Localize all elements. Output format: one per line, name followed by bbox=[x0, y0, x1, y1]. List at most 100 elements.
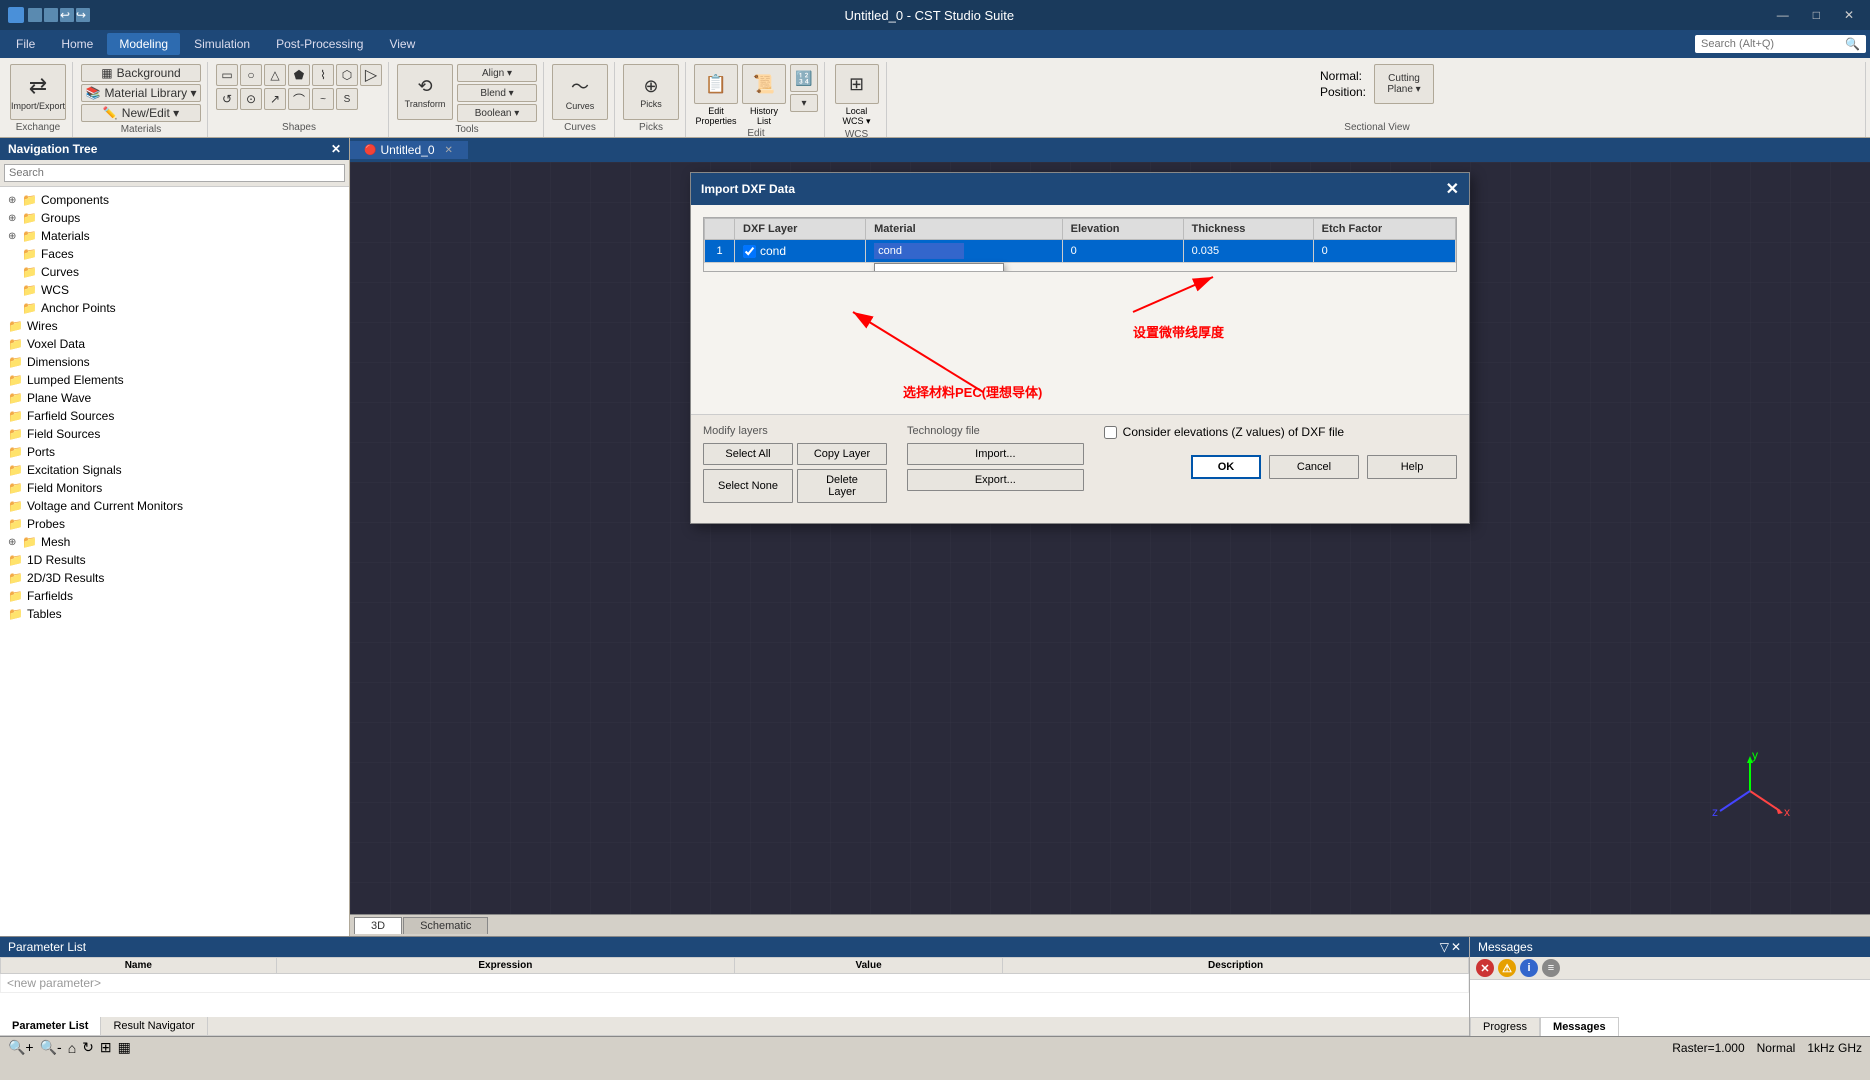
material-dropdown[interactable]: cond bbox=[874, 243, 964, 259]
tab-messages[interactable]: Messages bbox=[1540, 1017, 1619, 1036]
nav-item-mesh[interactable]: ⊕ 📁 Mesh bbox=[0, 533, 349, 551]
msg-error-icon[interactable]: ✕ bbox=[1476, 959, 1494, 977]
nav-item-voltage-current[interactable]: 📁 Voltage and Current Monitors bbox=[0, 497, 349, 515]
tab-schematic[interactable]: Schematic bbox=[403, 917, 488, 934]
export-button[interactable]: Export... bbox=[907, 469, 1084, 491]
tab-result-navigator[interactable]: Result Navigator bbox=[101, 1017, 207, 1035]
maximize-button[interactable]: □ bbox=[1805, 8, 1828, 22]
shape-btn-5[interactable]: ⌇ bbox=[312, 64, 334, 86]
new-param-placeholder[interactable]: <new parameter> bbox=[1, 974, 1469, 993]
tab-progress[interactable]: Progress bbox=[1470, 1017, 1540, 1036]
material-dropdown-container[interactable]: cond [New Material...] [Load from Mater … bbox=[874, 243, 964, 259]
shape-btn-2[interactable]: ○ bbox=[240, 64, 262, 86]
grid-icon[interactable]: ▦ bbox=[118, 1039, 131, 1056]
nav-item-lumped[interactable]: 📁 Lumped Elements bbox=[0, 371, 349, 389]
calc-button[interactable]: 🔢 bbox=[790, 64, 818, 92]
nav-item-faces[interactable]: 📁 Faces bbox=[0, 245, 349, 263]
cutting-plane-button[interactable]: CuttingPlane ▾ bbox=[1374, 64, 1434, 104]
close-button[interactable]: ✕ bbox=[1836, 8, 1862, 22]
minimize-button[interactable]: — bbox=[1769, 8, 1797, 22]
nav-item-ports[interactable]: 📁 Ports bbox=[0, 443, 349, 461]
background-button[interactable]: ▦ Background bbox=[81, 64, 201, 82]
param-filter-button[interactable]: ▽ bbox=[1440, 940, 1449, 954]
redo-icon[interactable]: ↪ bbox=[76, 8, 90, 22]
menu-modeling[interactable]: Modeling bbox=[107, 33, 180, 55]
nav-item-anchor-points[interactable]: 📁 Anchor Points bbox=[0, 299, 349, 317]
import-export-button[interactable]: ⇄ Import/Export bbox=[10, 64, 66, 120]
new-param-row[interactable]: <new parameter> bbox=[1, 974, 1469, 993]
nav-item-tables[interactable]: 📁 Tables bbox=[0, 605, 349, 623]
nav-item-voxel[interactable]: 📁 Voxel Data bbox=[0, 335, 349, 353]
consider-elevations-checkbox[interactable] bbox=[1104, 426, 1117, 439]
shape-btn-12[interactable]: ~ bbox=[312, 88, 334, 110]
consider-elevations-label[interactable]: Consider elevations (Z values) of DXF fi… bbox=[1104, 425, 1457, 439]
nav-item-probes[interactable]: 📁 Probes bbox=[0, 515, 349, 533]
select-none-button[interactable]: Select None bbox=[703, 469, 793, 503]
material-library-button[interactable]: 📚 Material Library ▾ bbox=[81, 84, 201, 102]
curves-button[interactable]: 〜 Curves bbox=[552, 64, 608, 120]
menu-simulation[interactable]: Simulation bbox=[182, 33, 262, 55]
shape-btn-1[interactable]: ▭ bbox=[216, 64, 238, 86]
nav-item-materials[interactable]: ⊕ 📁 Materials bbox=[0, 227, 349, 245]
nav-item-1d-results[interactable]: 📁 1D Results bbox=[0, 551, 349, 569]
import-button[interactable]: Import... bbox=[907, 443, 1084, 465]
viewport-tab-close[interactable]: ✕ bbox=[445, 145, 453, 156]
viewport-tab-untitled[interactable]: 🔴 Untitled_0 ✕ bbox=[350, 141, 468, 159]
shape-btn-3[interactable]: △ bbox=[264, 64, 286, 86]
shape-btn-6[interactable]: ⬡ bbox=[336, 64, 358, 86]
shape-btn-8[interactable]: ↺ bbox=[216, 88, 238, 110]
window-controls[interactable]: — □ ✕ bbox=[1769, 8, 1862, 22]
msg-list-icon[interactable]: ≡ bbox=[1542, 959, 1560, 977]
nav-item-wires[interactable]: 📁 Wires bbox=[0, 317, 349, 335]
nav-item-dimensions[interactable]: 📁 Dimensions bbox=[0, 353, 349, 371]
nav-item-field-monitors[interactable]: 📁 Field Monitors bbox=[0, 479, 349, 497]
nav-item-wcs[interactable]: 📁 WCS bbox=[0, 281, 349, 299]
save-icon[interactable] bbox=[28, 8, 42, 22]
menu-view[interactable]: View bbox=[377, 33, 427, 55]
copy-layer-button[interactable]: Copy Layer bbox=[797, 443, 887, 465]
transform-button[interactable]: ⟲ Transform bbox=[397, 64, 453, 120]
nav-item-excitation[interactable]: 📁 Excitation Signals bbox=[0, 461, 349, 479]
shape-btn-10[interactable]: ↗ bbox=[264, 88, 286, 110]
msg-info-icon[interactable]: i bbox=[1520, 959, 1538, 977]
home-icon[interactable]: ⌂ bbox=[68, 1040, 76, 1056]
help-button[interactable]: Help bbox=[1367, 455, 1457, 479]
nav-tree-close[interactable]: ✕ bbox=[331, 142, 341, 156]
tab-3d[interactable]: 3D bbox=[354, 917, 402, 934]
shape-btn-11[interactable]: ⌒ bbox=[288, 88, 310, 110]
dialog-close-button[interactable]: ✕ bbox=[1446, 179, 1459, 199]
quick-access[interactable]: ↩ ↪ bbox=[28, 8, 90, 22]
search-box[interactable]: 🔍 bbox=[1695, 35, 1866, 53]
dxf-table-scroll[interactable]: DXF Layer Material Elevation Thickness E… bbox=[703, 217, 1457, 272]
menu-home[interactable]: Home bbox=[49, 33, 105, 55]
boolean-button[interactable]: Boolean ▾ bbox=[457, 104, 537, 122]
shape-btn-7[interactable]: ▷ bbox=[360, 64, 382, 86]
ok-button[interactable]: OK bbox=[1191, 455, 1261, 479]
fit-icon[interactable]: ⊞ bbox=[100, 1039, 112, 1056]
new-edit-button[interactable]: ✏️ New/Edit ▾ bbox=[81, 104, 201, 122]
material-dropdown-menu[interactable]: [New Material...] [Load from Mater PEC V… bbox=[874, 263, 1004, 272]
menu-post-processing[interactable]: Post-Processing bbox=[264, 33, 375, 55]
nav-item-curves[interactable]: 📁 Curves bbox=[0, 263, 349, 281]
search-input[interactable] bbox=[1701, 38, 1841, 50]
dropdown-new-material[interactable]: [New Material...] bbox=[875, 264, 1003, 272]
zoom-out-icon[interactable]: 🔍- bbox=[40, 1039, 62, 1056]
align-button[interactable]: Align ▾ bbox=[457, 64, 537, 82]
edit-properties-button[interactable]: 📋 bbox=[694, 64, 738, 104]
undo-icon[interactable]: ↩ bbox=[60, 8, 74, 22]
msg-warning-icon[interactable]: ⚠ bbox=[1498, 959, 1516, 977]
nav-search-input[interactable] bbox=[4, 164, 345, 182]
nav-item-farfields[interactable]: 📁 Farfields bbox=[0, 587, 349, 605]
menu-file[interactable]: File bbox=[4, 33, 47, 55]
history-list-button[interactable]: 📜 bbox=[742, 64, 786, 104]
nav-item-components[interactable]: ⊕ 📁 Components bbox=[0, 191, 349, 209]
nav-item-plane-wave[interactable]: 📁 Plane Wave bbox=[0, 389, 349, 407]
edit-extra-button[interactable]: ▾ bbox=[790, 94, 818, 112]
zoom-in-icon[interactable]: 🔍+ bbox=[8, 1039, 34, 1056]
delete-layer-button[interactable]: Delete Layer bbox=[797, 469, 887, 503]
nav-item-field-sources[interactable]: 📁 Field Sources bbox=[0, 425, 349, 443]
rotate-icon[interactable]: ↻ bbox=[82, 1039, 94, 1056]
table-row[interactable]: 1 cond bbox=[705, 240, 1456, 263]
shape-btn-13[interactable]: S bbox=[336, 88, 358, 110]
select-all-button[interactable]: Select All bbox=[703, 443, 793, 465]
